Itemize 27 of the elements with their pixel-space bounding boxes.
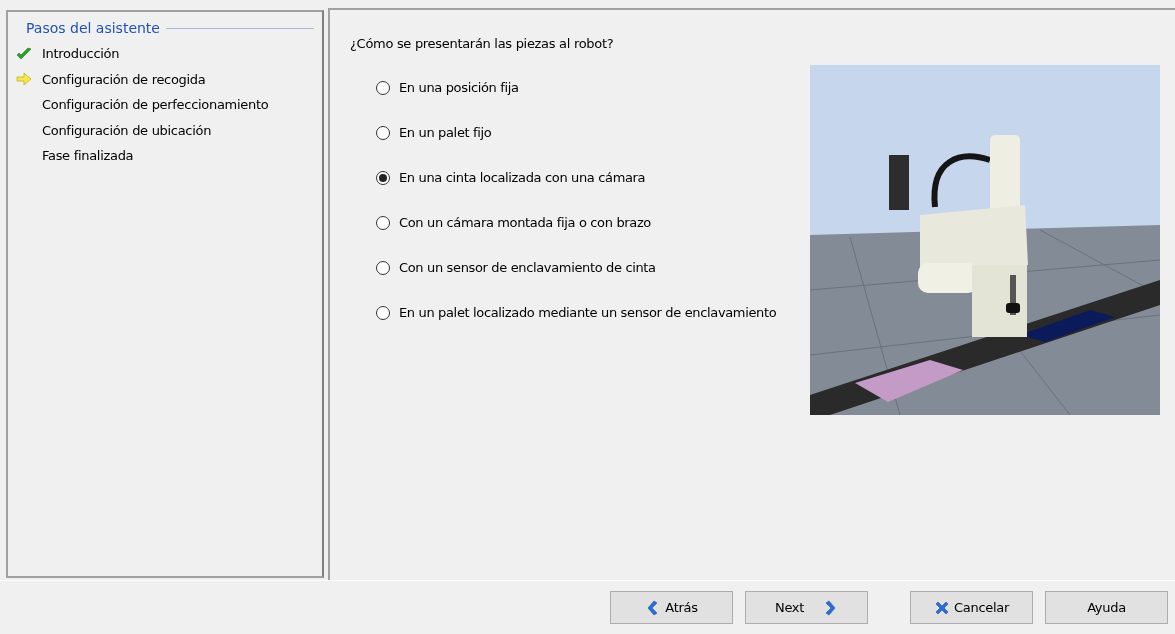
- option-label[interactable]: En una posición fija: [399, 80, 519, 95]
- wizard-button[interactable]: Cancelar: [910, 591, 1033, 624]
- wizard-button[interactable]: Ayuda: [1045, 591, 1168, 624]
- step-item: Configuración de ubicación: [42, 122, 212, 138]
- wizard-button[interactable]: Next: [745, 591, 868, 624]
- radio-button[interactable]: [376, 80, 390, 95]
- check-icon: [16, 46, 32, 61]
- steps-title: Pasos del asistente: [26, 20, 160, 36]
- radio-button[interactable]: [376, 260, 390, 275]
- option-label[interactable]: En un palet fijo: [399, 125, 492, 140]
- radio-button[interactable]: [376, 125, 390, 140]
- step-item: Introducción: [42, 46, 120, 62]
- step-item: Fase finalizada: [42, 148, 134, 164]
- option-label[interactable]: Con un cámara montada fija o con brazo: [399, 215, 651, 230]
- step-item: Configuración de recogida: [42, 71, 206, 87]
- step-item: Configuración de perfeccionamiento: [42, 97, 269, 113]
- radio-button[interactable]: [376, 215, 390, 230]
- radio-button[interactable]: [376, 170, 390, 185]
- option-label[interactable]: En un palet localizado mediante un sensor de enclavamiento: [399, 305, 777, 320]
- option-label[interactable]: Con un sensor de enclavamiento de cinta: [399, 260, 656, 275]
- close-icon: [934, 599, 948, 616]
- chevron-left-icon: [645, 599, 660, 616]
- arrow-icon: [16, 72, 32, 87]
- option-label[interactable]: En una cinta localizada con una cámara: [399, 170, 646, 185]
- radio-button[interactable]: [376, 305, 390, 320]
- wizard-button[interactable]: Atrás: [610, 591, 733, 624]
- question-text: ¿Cómo se presentarán las piezas al robot?: [350, 36, 615, 51]
